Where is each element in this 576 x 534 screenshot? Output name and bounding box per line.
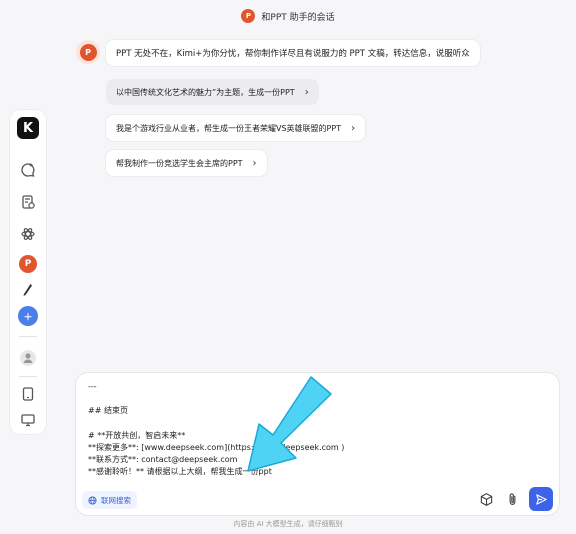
paperclip-icon[interactable] [501, 488, 523, 510]
explore-icon[interactable] [16, 222, 40, 246]
ppt-icon: P [241, 9, 256, 23]
chevron-right-icon: › [252, 157, 257, 169]
avatar-letter: P [79, 43, 97, 61]
history-icon[interactable] [16, 190, 40, 214]
tablet-icon[interactable] [16, 382, 40, 406]
suggestion-text: 以中国传统文化艺术的魅力”为主题，生成一份PPT [116, 87, 295, 97]
suggestion-text: 我是个游戏行业从业者，帮生成一份王者荣耀VS英雄联盟的PPT [116, 123, 342, 133]
new-chat-icon[interactable] [16, 158, 40, 182]
send-button[interactable] [529, 487, 553, 511]
monitor-icon[interactable] [16, 408, 40, 432]
web-search-toggle[interactable]: 联网搜索 [82, 491, 137, 509]
conversation-title: 和PPT 助手的会话 [261, 12, 335, 23]
user-icon[interactable] [16, 346, 40, 370]
ppt-assistant-avatar: P [76, 40, 100, 64]
chevron-right-icon: › [304, 86, 309, 98]
kimi-logo[interactable]: K [16, 116, 40, 140]
suggestion-text: 帮我制作一份竞选学生会主席的PPT [116, 158, 243, 168]
pen-icon[interactable] [16, 278, 40, 302]
message-input-box[interactable]: --- ## 结束页 # **开放共创，智启未来** **探索更多**: [ww… [76, 373, 559, 515]
conversation-header: P 和PPT 助手的会话 [0, 6, 576, 26]
sidebar: K P ＋ [10, 110, 46, 434]
ai-disclaimer: 内容由 AI 大模型生成，请仔细甄别 [233, 520, 343, 528]
sidebar-divider [19, 376, 37, 377]
ppt-icon[interactable]: P [16, 252, 40, 276]
sidebar-divider [19, 336, 37, 337]
message-input[interactable]: --- ## 结束页 # **开放共创，智启未来** **探索更多**: [ww… [88, 381, 528, 489]
kimi-logo-mark: K [17, 117, 39, 139]
suggestion-chip[interactable]: 帮我制作一份竞选学生会主席的PPT › [106, 150, 267, 176]
assistant-greeting-text: PPT 无处不在，Kimi+为你分忧，帮你制作详尽且有说服力的 PPT 文稿，转… [116, 49, 470, 59]
suggestion-chip[interactable]: 以中国传统文化艺术的魅力”为主题，生成一份PPT › [106, 79, 319, 105]
globe-icon [88, 495, 97, 505]
assistant-greeting-bubble: PPT 无处不在，Kimi+为你分忧，帮你制作详尽且有说服力的 PPT 文稿，转… [106, 40, 480, 66]
suggestion-chip[interactable]: 我是个游戏行业从业者，帮生成一份王者荣耀VS英雄联盟的PPT › [106, 115, 366, 141]
send-icon [535, 493, 547, 505]
kimi-plus-icon[interactable]: ＋ [16, 304, 40, 328]
chevron-right-icon: › [351, 122, 356, 134]
cube-icon[interactable] [475, 488, 497, 510]
web-search-label: 联网搜索 [101, 495, 131, 505]
